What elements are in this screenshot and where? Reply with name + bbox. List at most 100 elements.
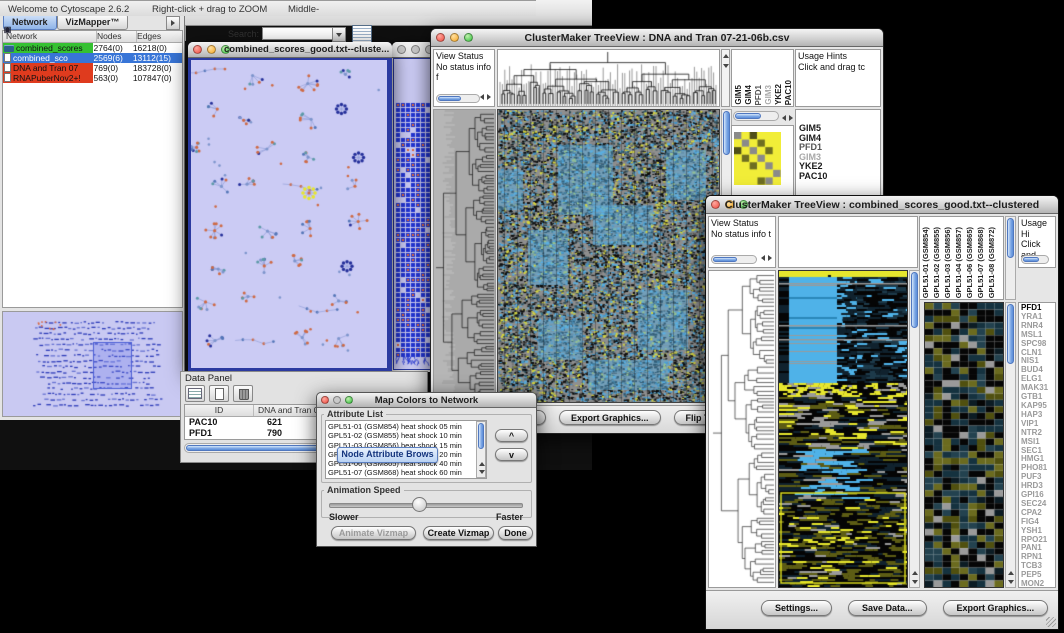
status-welcome: Welcome to Cytoscape 2.6.2 — [8, 4, 129, 15]
tv1-mini-matrix-canvas[interactable] — [734, 132, 781, 185]
treeview2-window: ClusterMaker TreeView : combined_scores_… — [705, 195, 1059, 630]
network-row[interactable]: RNAPuberNov2+! 563(0) 107847(0) — [3, 73, 182, 83]
minimize-button[interactable] — [207, 45, 216, 54]
tv1-view-status: View Status No status info f — [433, 49, 495, 107]
attribute-grid-icon[interactable] — [185, 385, 205, 402]
dialog-title: Map Colors to Network — [317, 395, 536, 406]
tab-vizmapper[interactable]: VizMapper™ — [57, 14, 129, 30]
network-canvas[interactable] — [191, 60, 387, 368]
node-attribute-browser-button[interactable]: Node Attribute Brows — [337, 447, 438, 463]
tv2-row-tree-canvas[interactable] — [709, 271, 775, 587]
export-graphics-button[interactable]: Export Graphics... — [943, 600, 1049, 616]
tv1-usage-hints: Usage Hints Click and drag tc — [795, 49, 881, 107]
tv2-heatmap-canvas[interactable] — [779, 271, 907, 587]
tab-overflow-button[interactable] — [166, 16, 180, 30]
experiment-column-label: GPL51-02 (GSM855) — [932, 227, 943, 298]
resize-grip[interactable] — [1046, 617, 1056, 627]
gene-label[interactable]: PAC10 — [799, 172, 827, 182]
slower-label: Slower — [329, 512, 359, 522]
settings-button[interactable]: Settings... — [761, 600, 832, 616]
network-overview-canvas[interactable] — [3, 312, 182, 416]
network-rows: combined_scores 2764(0) 16218(0) combine… — [3, 43, 182, 83]
status-bar: Welcome to Cytoscape 2.6.2 Right-click +… — [0, 0, 536, 16]
status-hint-zoom: Right-click + drag to ZOOM — [152, 4, 267, 15]
network-view-window-2 — [392, 42, 433, 372]
tv2-zoom-heatmap-canvas[interactable] — [925, 303, 1003, 587]
tv2-titlebar[interactable]: ClusterMaker TreeView : combined_scores_… — [706, 196, 1058, 214]
net1-titlebar[interactable]: combined_scores_good.txt--cluste... — [188, 42, 392, 58]
matrix-column-label: GIM3 — [764, 85, 774, 105]
control-panel: Control Panel NetworkVizMapper™ Network … — [0, 0, 185, 420]
network-overview-panel — [2, 311, 183, 417]
attribute-list-scrollbar[interactable] — [476, 421, 486, 478]
tv2-collabel-scrollbar[interactable] — [1005, 216, 1016, 300]
save-data-button[interactable]: Save Data... — [848, 600, 927, 616]
tv2-status-hscrollbar[interactable] — [711, 255, 757, 264]
experiment-column-label: GPL51-06 (GSM865) — [965, 227, 976, 298]
tv2-gene-list: PFD1YRA1RNR4MSL1SPC98CLN1NIS1BUD4ELG1MAK… — [1018, 302, 1056, 588]
tv1-col-scroll[interactable] — [721, 49, 730, 107]
tv2-column-labels: GPL51-01 (GSM854)GPL51-02 (GSM855)GPL51-… — [919, 216, 1004, 300]
tv2-zoom-heatmap — [924, 302, 1004, 588]
attribute-item[interactable]: GPL51-07 (GSM868) heat shock 60 min — [328, 468, 484, 477]
search-input[interactable] — [262, 27, 334, 40]
delete-attribute-icon[interactable] — [233, 385, 253, 402]
experiment-column-label: GPL51-01 (GSM854) — [921, 227, 932, 298]
tv2-usage-hscrollbar[interactable] — [1021, 255, 1049, 264]
tv1-row-dendrogram — [433, 109, 496, 403]
network-row[interactable]: combined_scores 2764(0) 16218(0) — [3, 43, 182, 53]
search-dropdown-button[interactable] — [332, 27, 346, 42]
dialog-titlebar[interactable]: Map Colors to Network — [317, 393, 536, 408]
tv2-row-dendrogram — [708, 270, 776, 588]
matrix-column-label: GIM4 — [744, 85, 754, 105]
attribute-item[interactable]: GPL51-02 (GSM855) heat shock 10 min — [328, 431, 484, 440]
network-table-header[interactable]: Network Nodes Edges — [3, 31, 182, 43]
tv1-titlebar[interactable]: ClusterMaker TreeView : DNA and Tran 07-… — [431, 29, 883, 47]
tv1-column-labels: GIM5GIM4PFD1GIM3YKE2PAC10 — [731, 49, 794, 107]
attribute-table-icon[interactable] — [352, 25, 372, 43]
matrix-column-label: GIM5 — [734, 85, 744, 105]
network-row[interactable]: combined_sco 2569(6) 13112(15) — [3, 53, 182, 63]
create-vizmap-button[interactable]: Create Vizmap — [423, 526, 494, 540]
network-canvas-dense[interactable] — [394, 59, 431, 369]
done-button[interactable]: Done — [498, 526, 533, 540]
search-label: Search: — [228, 29, 259, 39]
tv2-view-status: View Status No status info t — [708, 216, 776, 268]
attribute-item[interactable]: GPL51-01 (GSM854) heat shock 05 min — [328, 422, 484, 431]
animate-vizmap-button[interactable]: Animate Vizmap — [331, 526, 416, 540]
move-up-button[interactable]: ^ — [495, 429, 528, 442]
net2-titlebar[interactable] — [392, 42, 433, 58]
experiment-column-label: GPL51-03 (GSM856) — [943, 227, 954, 298]
tv1-status-hscrollbar[interactable] — [436, 94, 480, 103]
tv1-heatmap-canvas[interactable] — [498, 110, 719, 402]
experiment-column-label: GPL51-04 (GSM857) — [954, 227, 965, 298]
tv1-row-tree-canvas[interactable] — [434, 110, 495, 402]
tv1-mini-hscrollbar[interactable] — [733, 111, 779, 121]
tv2-heat-vscrollbar[interactable] — [909, 270, 920, 588]
move-down-button[interactable]: v — [495, 448, 528, 461]
tv2-zoom-vscrollbar[interactable] — [1005, 302, 1016, 588]
data-panel-title: Data Panel — [185, 373, 232, 384]
matrix-column-label: YKE2 — [774, 84, 784, 105]
net1-title: combined_scores_good.txt--cluste... — [224, 44, 392, 55]
new-attribute-icon[interactable] — [209, 385, 229, 402]
experiment-column-label: GPL51-07 (GSM868) — [976, 227, 987, 298]
tv2-usage-hints: Usage Hi Click and — [1018, 216, 1056, 268]
matrix-column-label: PAC10 — [784, 80, 794, 105]
network-row[interactable]: DNA and Tran 07 769(0) 183728(0) — [3, 63, 182, 73]
tv2-buttons: Settings... Save Data... Export Graphics..… — [761, 600, 1048, 616]
minimize-button[interactable] — [411, 45, 420, 54]
tv1-heatmap — [497, 109, 720, 403]
tv1-column-tree-canvas[interactable] — [498, 50, 719, 106]
status-hint-middle: Middle- — [288, 4, 319, 15]
toolbar-separator — [185, 25, 186, 41]
animation-speed-slider-thumb[interactable] — [412, 497, 427, 512]
tv1-title: ClusterMaker TreeView : DNA and Tran 07-… — [431, 32, 883, 44]
close-button[interactable] — [193, 45, 202, 54]
export-graphics-button[interactable]: Export Graphics... — [559, 410, 661, 425]
desktop: Cytoscape Desktop (Session Name: collins… — [0, 0, 1064, 633]
gene-label[interactable]: MON2 — [1021, 580, 1055, 588]
close-button[interactable] — [397, 45, 406, 54]
tv2-dendrogram-top — [778, 216, 918, 268]
tv1-column-dendrogram — [497, 49, 720, 107]
